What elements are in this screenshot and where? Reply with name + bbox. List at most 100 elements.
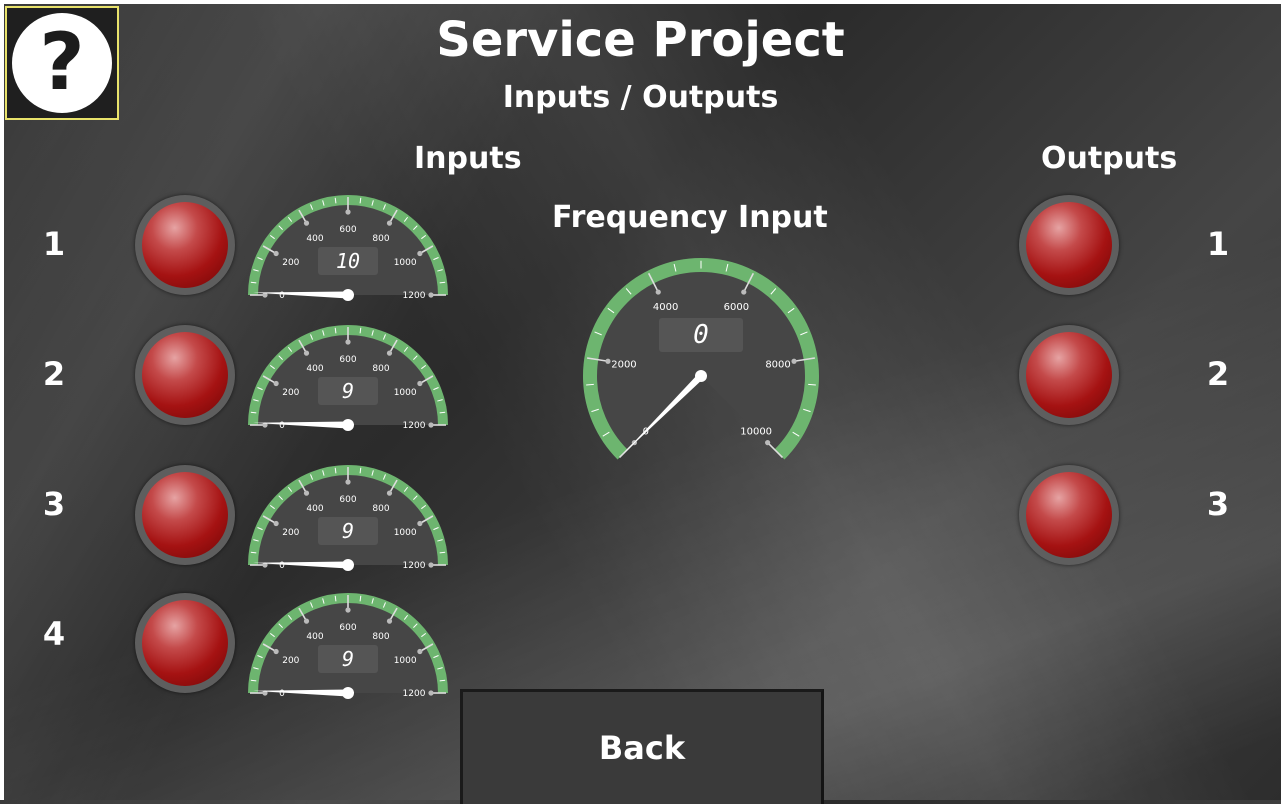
input-gauge-3-minor-tick — [359, 467, 362, 474]
frequency-gauge-tick-label: 6000 — [724, 302, 749, 313]
input-row-number-1: 1 — [42, 225, 66, 263]
input-gauge-1-minor-tick — [334, 197, 337, 204]
frequency-gauge-tick-label: 4000 — [653, 302, 678, 313]
input-gauge-1-tick-dot — [386, 220, 393, 226]
input-indicator-led-1 — [135, 195, 235, 295]
input-gauge-4-tick-dot — [386, 618, 393, 624]
input-gauge-1-minor-tick — [359, 197, 362, 204]
output-indicator-led-3 — [1019, 465, 1119, 565]
frequency-gauge-needle-hub — [695, 370, 707, 382]
input-gauge-4-minor-tick — [359, 595, 362, 602]
input-gauge-4-minor-tick — [439, 679, 446, 682]
input-gauge-3-minor-tick — [439, 551, 446, 554]
input-gauge-3-tick-dot — [273, 520, 279, 527]
input-gauge-4: 0 200 400 600 800 1000 1200 9 — [248, 593, 448, 699]
input-indicator-led-4 — [135, 593, 235, 693]
input-gauge-2-tick-label: 200 — [282, 388, 299, 398]
input-indicator-led-2 — [135, 325, 235, 425]
input-gauge-1-minor-tick — [439, 281, 446, 284]
output-row-number-3: 3 — [1206, 485, 1230, 523]
input-indicator-led-3 — [135, 465, 235, 565]
input-gauge-3-minor-tick — [250, 551, 257, 554]
outputs-heading: Outputs — [1041, 141, 1178, 176]
input-gauge-1-tick-label: 400 — [306, 234, 323, 244]
page-title: Service Project — [436, 12, 845, 68]
input-gauge-3-tick-label: 600 — [339, 495, 356, 505]
input-gauge-3-tick-label: 400 — [306, 504, 323, 514]
input-gauge-3-tick-label: 1000 — [394, 528, 417, 538]
input-gauge-4-minor-tick — [250, 679, 257, 682]
frequency-gauge-tick-label: 2000 — [611, 359, 636, 370]
input-gauge-1-tick-dot — [303, 220, 310, 226]
input-gauge-1-tick-label: 600 — [339, 225, 356, 235]
frequency-gauge: 0 2000 4000 6000 8000 100000 — [583, 258, 819, 460]
frequency-gauge-tick-label: 8000 — [765, 359, 790, 370]
input-gauge-3-needle-hub — [342, 559, 354, 571]
frame-top-edge — [0, 0, 1281, 4]
input-gauge-4-minor-tick — [334, 595, 337, 602]
input-gauge-4-tick-dot — [303, 618, 310, 624]
input-gauge-3-tick-dot — [417, 520, 423, 527]
input-gauge-4-tick-label: 600 — [339, 623, 356, 633]
input-gauge-2: 0 200 400 600 800 1000 1200 9 — [248, 325, 448, 431]
input-gauge-3-tick-label: 800 — [372, 504, 389, 514]
output-row-number-2: 2 — [1206, 355, 1230, 393]
input-gauge-1-tick-dot — [428, 292, 434, 298]
input-gauge-2-tick-label: 800 — [372, 364, 389, 374]
input-gauge-1-tick-label: 1000 — [394, 258, 417, 268]
input-gauge-4-tick-dot — [417, 648, 423, 655]
input-gauge-4-tick-label: 400 — [306, 632, 323, 642]
frequency-gauge-tick-dot — [765, 440, 771, 446]
input-gauge-2-tick-label: 1000 — [394, 388, 417, 398]
input-gauge-4-tick-dot — [345, 607, 351, 613]
input-gauge-2-tick-dot — [428, 422, 434, 428]
input-gauge-2-readout: 9 — [318, 377, 378, 405]
input-row-number-4: 4 — [42, 615, 66, 653]
input-gauge-2-tick-dot — [386, 350, 393, 356]
input-gauge-2-tick-label: 400 — [306, 364, 323, 374]
input-gauge-4-readout: 9 — [318, 645, 378, 673]
input-gauge-4-tick-label: 1000 — [394, 656, 417, 666]
frequency-gauge-tick-dot — [655, 289, 661, 295]
input-gauge-3-minor-tick — [334, 467, 337, 474]
input-gauge-4-tick-dot — [273, 648, 279, 655]
input-gauge-1-needle-hub — [342, 289, 354, 301]
input-gauge-1-tick-dot — [417, 250, 423, 257]
input-gauge-2-tick-dot — [303, 350, 310, 356]
input-gauge-4-tick-label: 1200 — [403, 689, 426, 699]
back-button[interactable]: Back — [460, 689, 824, 804]
frequency-gauge-tick-label: 10000 — [740, 427, 772, 438]
frame-left-edge — [0, 0, 4, 800]
frequency-gauge-svg: 0 2000 4000 6000 8000 10000 — [583, 258, 819, 460]
input-gauge-4-needle-hub — [342, 687, 354, 699]
frequency-input-heading: Frequency Input — [552, 200, 828, 235]
frequency-gauge-tick-dot — [605, 358, 611, 364]
input-gauge-2-tick-dot — [417, 380, 423, 387]
input-gauge-2-tick-dot — [273, 380, 279, 387]
output-indicator-led-2 — [1019, 325, 1119, 425]
input-gauge-3-tick-label: 1200 — [403, 561, 426, 571]
input-gauge-1-readout: 10 — [318, 247, 378, 275]
input-gauge-3-tick-dot — [386, 490, 393, 496]
input-gauge-2-minor-tick — [439, 411, 446, 414]
input-gauge-1-tick-dot — [273, 250, 279, 257]
input-gauge-2-minor-tick — [359, 327, 362, 334]
input-gauge-1-tick-label: 800 — [372, 234, 389, 244]
input-gauge-3-tick-dot — [345, 479, 351, 485]
input-gauge-4-tick-label: 200 — [282, 656, 299, 666]
input-gauge-3-tick-dot — [303, 490, 310, 496]
input-gauge-2-minor-tick — [250, 411, 257, 414]
input-gauge-1-minor-tick — [250, 281, 257, 284]
frequency-gauge-tick-dot — [791, 358, 797, 364]
frequency-gauge-readout: 0 — [659, 318, 743, 352]
output-indicator-led-1 — [1019, 195, 1119, 295]
input-gauge-1-tick-label: 1200 — [403, 291, 426, 301]
input-gauge-2-needle-hub — [342, 419, 354, 431]
input-gauge-4-tick-dot — [428, 690, 434, 696]
input-gauge-3-readout: 9 — [318, 517, 378, 545]
input-gauge-2-tick-label: 1200 — [403, 421, 426, 431]
input-gauge-1-tick-dot — [345, 209, 351, 215]
input-row-number-3: 3 — [42, 485, 66, 523]
input-gauge-3: 0 200 400 600 800 1000 1200 9 — [248, 465, 448, 571]
frequency-gauge-minor-tick — [808, 383, 816, 386]
